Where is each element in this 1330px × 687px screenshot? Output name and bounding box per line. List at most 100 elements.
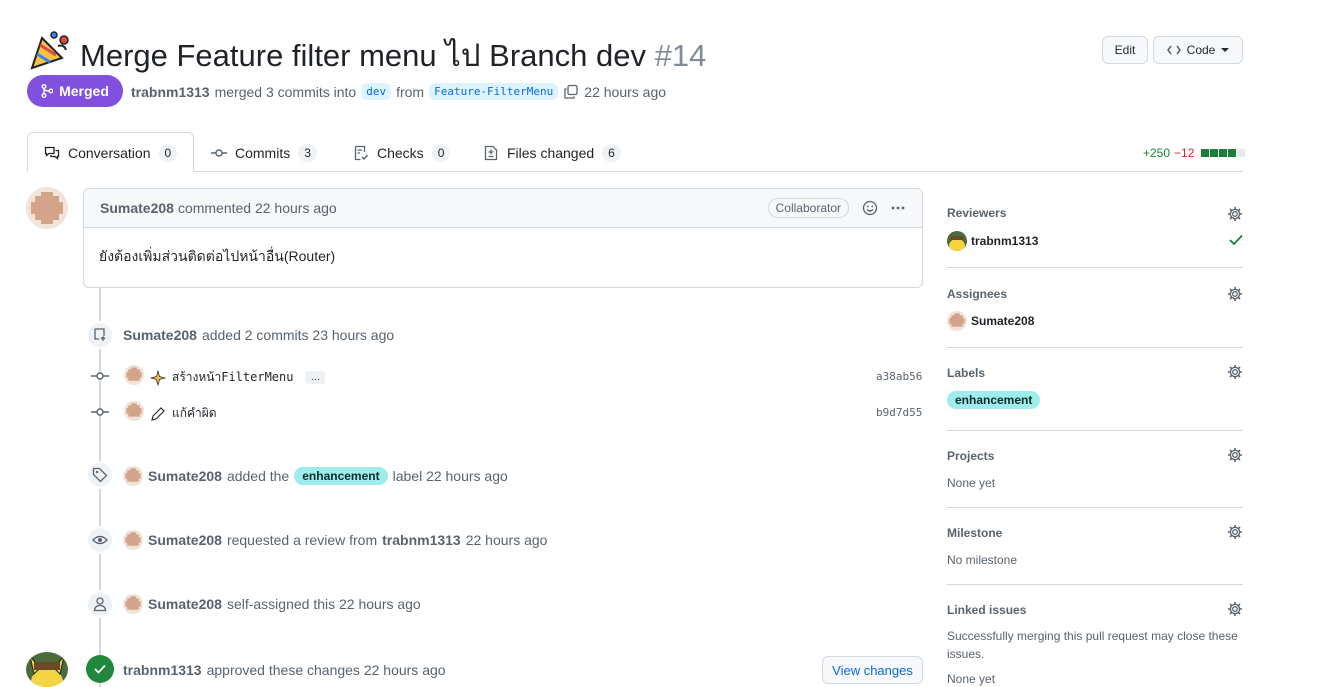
tab-counter: 6 [602, 144, 621, 162]
avatar[interactable] [26, 652, 68, 687]
assignee-name: Sumate208 [971, 314, 1035, 328]
event-actor[interactable]: Sumate208 [123, 327, 197, 343]
copy-icon[interactable] [563, 84, 579, 100]
approved-event: trabnm1313 approved these changes 22 hou… [123, 662, 446, 678]
avatar[interactable] [124, 365, 144, 385]
sidebar-milestone: Milestone No milestone [947, 526, 1243, 567]
edit-button[interactable]: Edit [1102, 36, 1148, 64]
event-text: label 22 hours ago [392, 468, 508, 484]
event-actor[interactable]: Sumate208 [148, 532, 222, 548]
assignee-item[interactable]: Sumate208 [947, 311, 1034, 331]
event-text: approved these changes 22 hours ago [206, 662, 446, 678]
sidebar-title: Projects [947, 449, 995, 463]
diffstat: +250 −12 [1143, 146, 1246, 160]
gear-icon[interactable] [1227, 601, 1243, 617]
collaborator-badge: Collaborator [767, 198, 849, 218]
diff-additions: +250 [1143, 146, 1171, 160]
commit-item: สร้างหน้าFilterMenu … [150, 368, 326, 387]
event-text: added the [226, 468, 290, 484]
avatar [947, 311, 967, 331]
tab-checks[interactable]: Checks 0 [353, 144, 451, 162]
diff-deletions: −12 [1174, 146, 1195, 160]
avatar[interactable] [124, 401, 144, 421]
code-button[interactable]: Code [1153, 36, 1243, 64]
gear-icon[interactable] [1227, 206, 1243, 222]
tag-icon [86, 461, 114, 489]
tab-label: Conversation [68, 145, 151, 161]
checklist-icon [354, 145, 369, 161]
comment-box: Sumate208 commented 22 hours ago Collabo… [83, 188, 923, 288]
person-icon [86, 590, 114, 618]
gear-icon[interactable] [1227, 524, 1243, 540]
event-text: self-assigned this 22 hours ago [226, 596, 421, 612]
comment-discussion-icon [44, 146, 60, 160]
base-branch[interactable]: dev [361, 83, 392, 100]
avatar[interactable] [123, 466, 143, 486]
pr-author-link[interactable]: trabnm1313 [131, 84, 210, 100]
pr-number: #14 [654, 38, 707, 73]
tab-conversation[interactable]: Conversation 0 [44, 144, 178, 162]
label-enhancement[interactable]: enhancement [294, 467, 388, 485]
git-merge-icon [41, 84, 54, 98]
tab-label: Checks [377, 145, 424, 161]
sidebar-divider [947, 584, 1243, 585]
commit-sha[interactable]: b9d7d55 [876, 406, 922, 419]
code-label: Code [1186, 43, 1216, 57]
pr-title: Merge Feature filter menu ไป Branch dev … [80, 30, 706, 80]
avatar[interactable] [123, 530, 143, 550]
gear-icon[interactable] [1227, 447, 1243, 463]
event-actor[interactable]: trabnm1313 [123, 662, 202, 678]
diffstat-bar [1200, 149, 1246, 157]
commit-message[interactable]: สร้างหน้าFilterMenu [172, 368, 293, 387]
chevron-down-icon [1221, 48, 1230, 52]
pencil-icon [151, 406, 165, 421]
avatar[interactable] [123, 594, 143, 614]
self-assigned-event: Sumate208 self-assigned this 22 hours ag… [123, 594, 421, 614]
party-popper-icon [30, 31, 69, 70]
git-commit-icon [91, 372, 109, 380]
head-branch[interactable]: Feature-FilterMenu [429, 83, 559, 100]
sidebar-title: Assignees [947, 287, 1008, 301]
milestone-value: No milestone [947, 553, 1018, 567]
gear-icon[interactable] [1227, 364, 1243, 380]
merged-label: Merged [59, 83, 109, 99]
comment-author[interactable]: Sumate208 [100, 200, 174, 216]
commit-message[interactable]: แก้คำผิด [172, 404, 217, 423]
review-target[interactable]: trabnm1313 [382, 532, 461, 548]
linked-issues-desc: Successfully merging this pull request m… [947, 629, 1238, 661]
tab-label: Files changed [507, 145, 595, 161]
sidebar-title: Linked issues [947, 603, 1027, 617]
review-requested-event: Sumate208 requested a review from trabnm… [123, 530, 547, 550]
view-changes-button[interactable]: View changes [822, 656, 923, 684]
kebab-horizontal-icon[interactable] [890, 200, 906, 216]
tab-commits[interactable]: Commits 3 [211, 144, 317, 162]
sidebar-divider [947, 267, 1243, 268]
commit-expand-button[interactable]: … [305, 371, 326, 384]
edit-label: Edit [1114, 43, 1136, 57]
label-enhancement[interactable]: enhancement [947, 391, 1041, 409]
sidebar-projects: Projects None yet [947, 449, 1243, 490]
sidebar-labels: Labels [947, 366, 1243, 380]
comment-header: Sumate208 commented 22 hours ago Collabo… [84, 189, 922, 228]
event-text: added 2 commits 23 hours ago [201, 327, 395, 343]
merged-time: 22 hours ago [584, 83, 667, 100]
merged-state-badge: Merged [27, 75, 123, 107]
commit-sha[interactable]: a38ab56 [876, 370, 922, 383]
event-actor[interactable]: Sumate208 [148, 596, 222, 612]
tab-label: Commits [235, 145, 291, 161]
eye-icon [86, 526, 114, 554]
reviewer-item[interactable]: trabnm1313 [947, 231, 1038, 251]
code-icon [1166, 45, 1181, 55]
smiley-icon[interactable] [862, 200, 878, 216]
event-actor[interactable]: Sumate208 [148, 468, 222, 484]
commit-item: แก้คำผิด [150, 404, 217, 423]
tab-files-changed[interactable]: Files changed 6 [483, 144, 621, 162]
comment-action: commented 22 hours ago [177, 200, 337, 216]
repo-push-icon [86, 321, 114, 349]
pr-title-text: Merge Feature filter menu ไป Branch dev [80, 38, 646, 73]
gear-icon[interactable] [1227, 286, 1243, 302]
avatar [947, 231, 967, 251]
sidebar-title: Labels [947, 366, 986, 380]
avatar[interactable] [26, 187, 68, 229]
view-changes-label: View changes [832, 662, 913, 678]
